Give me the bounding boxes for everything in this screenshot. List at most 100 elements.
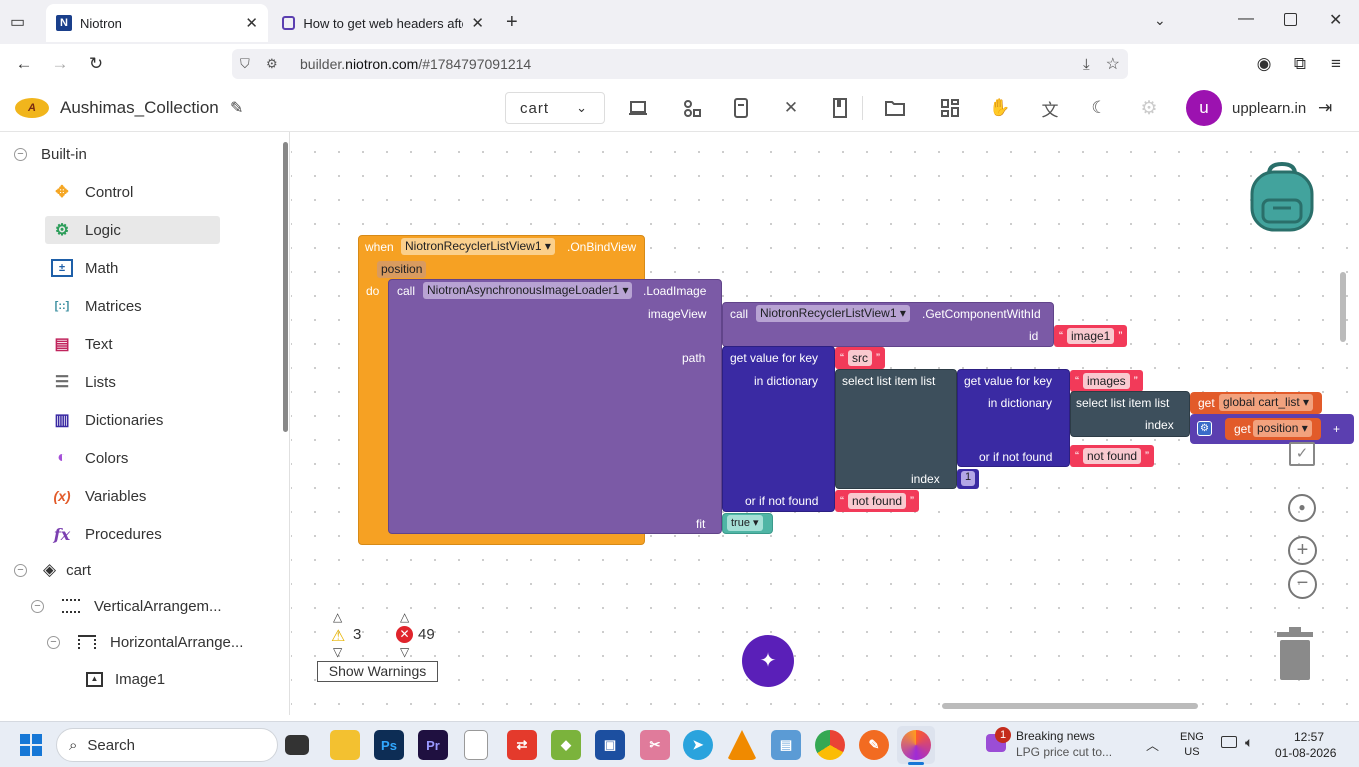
category-variables[interactable]: (x) Variables (45, 482, 220, 510)
clock-date[interactable]: 01-08-2026 (1275, 746, 1336, 760)
taskbar-search[interactable]: ⌕ Search (56, 728, 278, 762)
tab-overview-icon[interactable]: ▭ (10, 12, 30, 32)
recenter-icon[interactable]: ● (1288, 494, 1316, 522)
zoom-in-icon[interactable]: + (1288, 536, 1317, 565)
document-icon[interactable] (464, 730, 488, 760)
backpack-icon[interactable] (1249, 161, 1315, 237)
phone-preview-icon[interactable] (725, 92, 757, 124)
photoshop-icon[interactable]: Ps (374, 730, 404, 760)
minimize-window-button[interactable]: — (1238, 10, 1254, 28)
user-avatar[interactable]: u (1186, 90, 1222, 126)
category-text[interactable]: ▤ Text (45, 330, 220, 358)
screen-select[interactable]: cart ⌄ (505, 92, 605, 124)
close-tab-icon[interactable]: ✕ (245, 14, 258, 32)
tab-web-headers[interactable]: How to get web headers after s ✕ (272, 4, 494, 42)
images-text-block[interactable]: “ images ” (1070, 370, 1143, 392)
volume-icon[interactable]: 🔈︎ (1245, 734, 1253, 751)
anydesk-icon[interactable]: ⇄ (507, 730, 537, 760)
ai-sparkle-button[interactable]: ✦ (742, 635, 794, 687)
settings-gear-icon[interactable]: ⚙ (1133, 92, 1165, 124)
vlc-icon[interactable] (727, 730, 757, 760)
screen-tree-node[interactable]: − ◈ cart (14, 557, 91, 583)
ai-assistant-icon[interactable]: ✋ (984, 92, 1016, 124)
category-colors[interactable]: ◐ Colors (45, 444, 220, 472)
url-bar[interactable]: ⛉ ⚙ builder. niotron.com/#1784797091214 ⤓… (232, 49, 1128, 79)
game-icon[interactable]: ◆ (551, 730, 581, 760)
telegram-icon[interactable]: ➤ (683, 730, 713, 760)
sidebar-scrollbar[interactable] (283, 142, 288, 432)
reload-button[interactable]: ↻ (82, 50, 110, 78)
forward-button[interactable]: → (46, 50, 74, 78)
account-icon[interactable]: ◉ (1250, 50, 1278, 78)
extensions-icon[interactable]: ⧉ (1286, 50, 1314, 78)
premiere-icon[interactable]: Pr (418, 730, 448, 760)
shield-icon[interactable]: ⛉ (240, 56, 256, 72)
collapse-icon[interactable]: − (14, 563, 27, 577)
firefox-icon[interactable] (901, 730, 931, 760)
menu-icon[interactable]: ≡ (1322, 50, 1350, 78)
network-icon[interactable] (1221, 736, 1237, 748)
new-tab-button[interactable]: + (506, 11, 518, 34)
loader-component-dropdown[interactable]: NiotronAsynchronousImageLoader1 ▾ (423, 282, 633, 299)
src-text-block[interactable]: “ src ” (835, 347, 885, 369)
category-lists[interactable]: ☰ Lists (45, 368, 220, 396)
chevron-up-icon[interactable]: ︿ (1146, 735, 1159, 754)
image1-text-block[interactable]: “ image1 ” (1054, 325, 1128, 347)
blocks-workspace[interactable]: when NiotronRecyclerListView1 ▾ .OnBindV… (291, 132, 1359, 715)
warning-next-arrow[interactable]: ▽ (333, 645, 342, 659)
category-math[interactable]: ± Math (45, 254, 220, 282)
tab-niotron[interactable]: N Niotron ✕ (46, 4, 268, 42)
built-in-tree-node[interactable]: − Built-in (14, 141, 87, 167)
collapse-icon[interactable]: − (14, 147, 27, 161)
warning-prev-arrow[interactable]: △ (333, 610, 342, 624)
zoom-out-icon[interactable]: − (1288, 570, 1317, 599)
build-tools-icon[interactable]: ✕ (775, 92, 807, 124)
news-title[interactable]: Breaking news (1016, 729, 1095, 743)
dark-mode-moon-icon[interactable]: ☾ (1083, 92, 1115, 124)
trash-icon[interactable] (1274, 626, 1316, 687)
chrome-icon[interactable] (815, 730, 845, 760)
file-explorer-icon[interactable] (330, 730, 360, 760)
translate-icon[interactable]: 文 (1034, 92, 1066, 124)
bookmark-star-icon[interactable]: ☆ (1106, 54, 1120, 74)
error-next-arrow[interactable]: ▽ (400, 645, 409, 659)
photos-icon[interactable]: ▤ (771, 730, 801, 760)
true-dropdown[interactable]: true ▾ (727, 515, 763, 531)
mutator-gear-icon[interactable]: ⚙ (1197, 421, 1212, 436)
pen-app-icon[interactable]: ✎ (859, 730, 889, 760)
not-found-text-block[interactable]: “ not found ” (835, 490, 920, 512)
folder-icon[interactable] (879, 92, 911, 124)
category-logic[interactable]: ⚙ Logic (45, 216, 220, 244)
vertical-scrollbar[interactable] (1340, 272, 1346, 342)
not-found-text-block[interactable]: “ not found ” (1070, 445, 1155, 467)
category-dictionaries[interactable]: ▥ Dictionaries (45, 406, 220, 434)
collapse-icon[interactable]: − (47, 635, 60, 649)
book-icon[interactable] (824, 92, 856, 124)
error-prev-arrow[interactable]: △ (400, 610, 409, 624)
save-page-icon[interactable]: ⤓ (1083, 56, 1090, 73)
show-warnings-button[interactable]: Show Warnings (317, 661, 438, 682)
tab-list-chevron-icon[interactable]: ⌄ (1154, 12, 1166, 29)
recycler-component-dropdown[interactable]: NiotronRecyclerListView1 ▾ (756, 305, 910, 322)
category-matrices[interactable]: [::] Matrices (45, 292, 220, 320)
tree-node-vertical-arrangement[interactable]: − VerticalArrangem... (31, 593, 222, 619)
dashboard-icon[interactable] (934, 92, 966, 124)
laptop-view-icon[interactable] (622, 92, 654, 124)
dict-lookup-block-src[interactable] (722, 346, 835, 512)
collapse-icon[interactable]: − (31, 599, 44, 613)
event-component-dropdown[interactable]: NiotronRecyclerListView1 ▾ (401, 238, 555, 255)
tree-node-horizontal-arrangement[interactable]: − HorizontalArrange... (47, 629, 243, 655)
maximize-window-button[interactable] (1284, 13, 1297, 26)
global-var-dropdown[interactable]: global cart_list ▾ (1219, 394, 1314, 411)
language-indicator[interactable]: ENG US (1180, 730, 1204, 760)
position-var-dropdown[interactable]: position ▾ (1253, 420, 1312, 437)
checklist-icon[interactable]: ✓ (1289, 442, 1315, 466)
tree-node-image1[interactable]: ▲ Image1 (86, 666, 165, 692)
category-control[interactable]: ✥ Control (45, 178, 220, 206)
horizontal-scrollbar[interactable] (942, 703, 1198, 709)
position-param[interactable]: position (377, 261, 427, 278)
clock-time[interactable]: 12:57 (1294, 730, 1324, 744)
logout-icon[interactable]: ⇥ (1318, 98, 1332, 118)
windows-start-icon[interactable] (20, 734, 42, 756)
close-tab-icon[interactable]: ✕ (471, 14, 484, 32)
